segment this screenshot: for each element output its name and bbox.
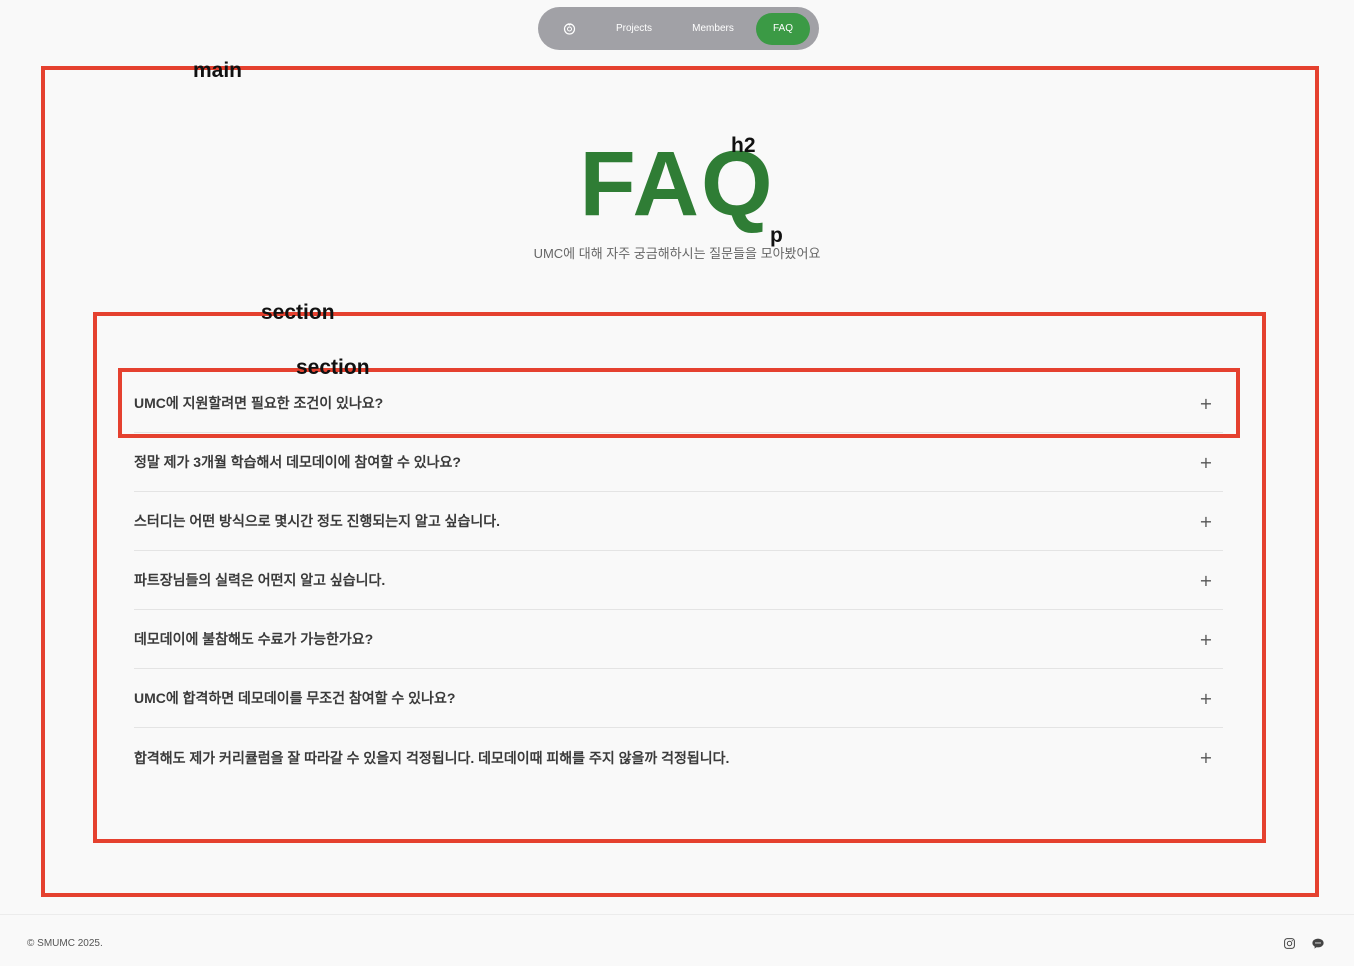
p-annotation-label: p — [770, 224, 783, 247]
section-annotation-label: section — [261, 301, 335, 324]
kakao-chat-icon[interactable] — [1311, 936, 1325, 950]
logo-icon-svg — [563, 23, 575, 35]
inner-section-annotation-label: section — [296, 356, 370, 379]
logo-icon[interactable] — [552, 12, 586, 46]
instagram-icon[interactable] — [1282, 936, 1296, 950]
h2-annotation-label: h2 — [731, 134, 756, 157]
footer: © SMUMC 2025. — [0, 914, 1354, 966]
nav-link-faq[interactable]: FAQ — [756, 12, 810, 45]
inner-section-outline — [118, 368, 1240, 438]
top-nav: Projects Members FAQ — [538, 7, 819, 50]
main-annotation-label: main — [193, 59, 243, 82]
nav-link-projects[interactable]: Projects — [594, 13, 674, 45]
nav-link-members[interactable]: Members — [674, 13, 752, 45]
footer-copyright: © SMUMC 2025. — [27, 938, 103, 949]
